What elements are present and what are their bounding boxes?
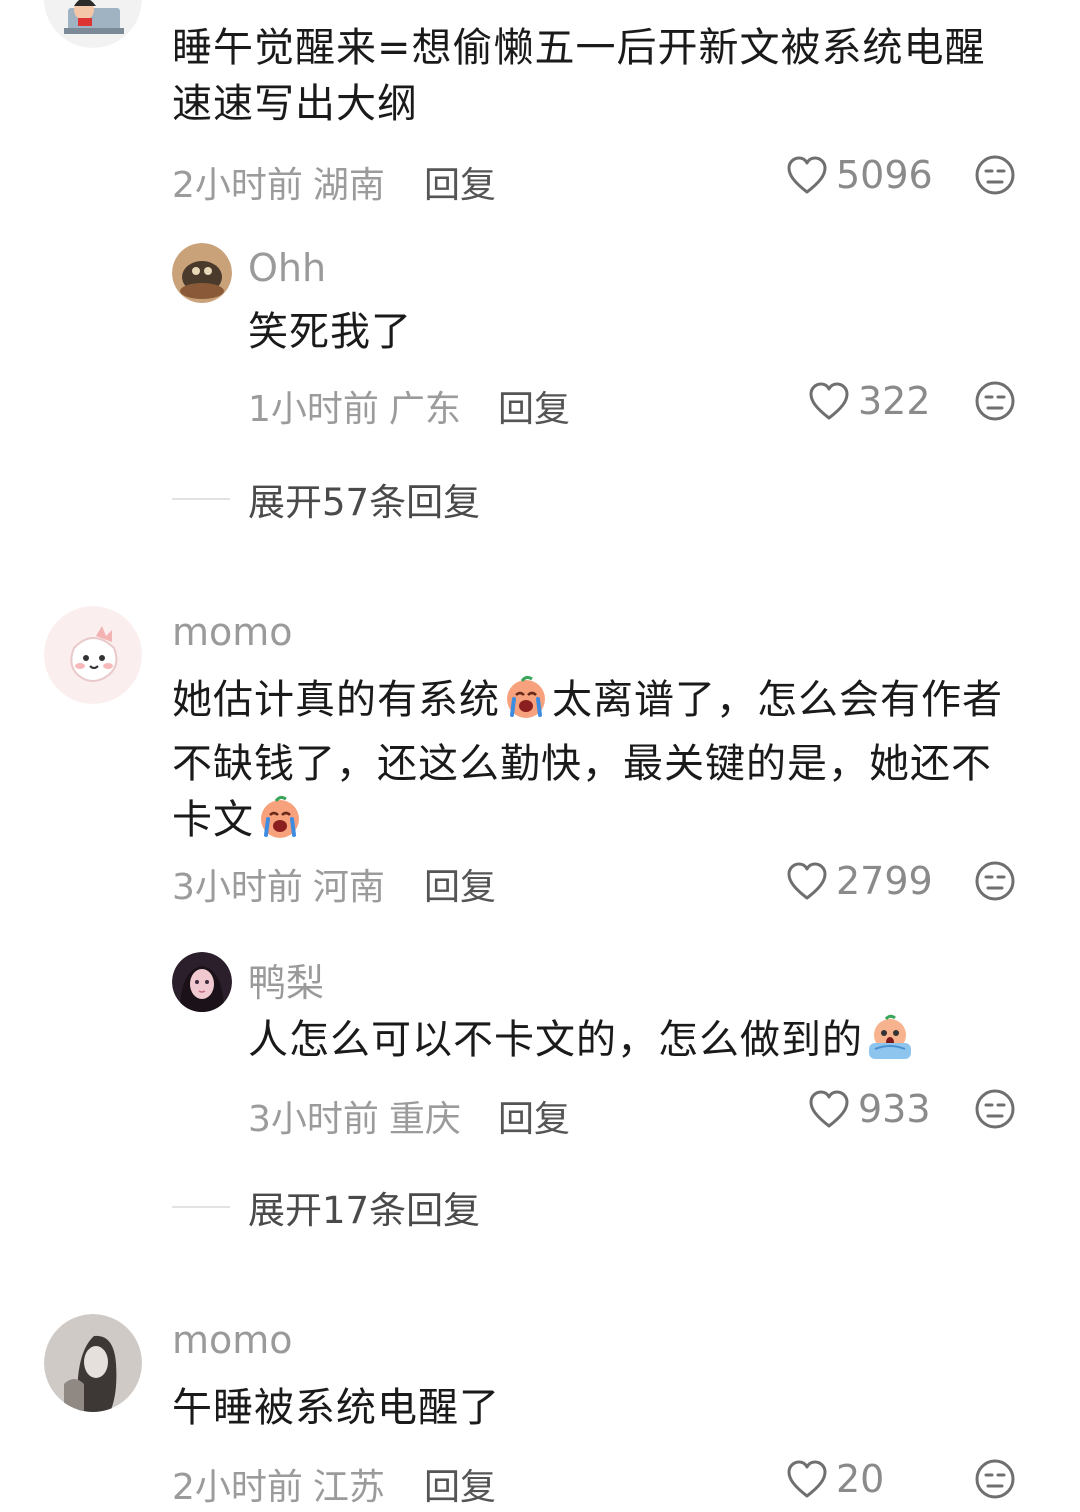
heart-outline-icon [808,1089,850,1129]
expand-replies-button[interactable]: 展开17条回复 [172,1182,480,1232]
comment-username[interactable]: momo [172,610,293,654]
reply-time: 3小时前 [248,1099,379,1140]
reply-meta: 1小时前 广东 [248,380,461,432]
crying-emoji-icon [256,793,304,856]
reply-username[interactable]: 鸭梨 [248,952,324,1007]
reply-location: 广东 [388,389,461,430]
comment-text: 午睡被系统电醒了 [172,1385,500,1431]
heart-outline-icon [786,155,828,195]
like-count: 2799 [836,859,933,903]
crying-emoji-icon [502,673,550,736]
comment-meta: 3小时前 河南 [172,858,385,910]
avatar[interactable] [44,606,142,704]
comment-time: 2小时前 [172,1467,303,1508]
reply-button[interactable]: 回复 [424,156,496,208]
like-button[interactable]: 2799 [786,856,933,906]
expand-replies-label: 展开57条回复 [248,481,481,524]
comment-location: 江苏 [312,1467,385,1508]
comment-time: 2小时前 [172,165,303,206]
reply-button[interactable]: 回复 [498,380,570,432]
comment-text: 睡午觉醒来=想偷懒五一后开新文被系统电醒速速写出大纲 [172,25,986,127]
like-button[interactable]: 5096 [786,150,933,200]
comment-username[interactable]: momo [172,1318,293,1362]
reply-button[interactable]: 回复 [424,1458,496,1510]
heart-outline-icon [808,381,850,421]
avatar[interactable] [172,243,232,303]
comment-text: 她估计真的有系统 太离谱了，怎么会有作者 不缺钱了，还这么勤快，最关键的是，她还不卡… [172,672,1022,856]
reply-username[interactable]: Ohh [248,246,326,290]
meh-face-icon[interactable] [974,154,1016,200]
like-button[interactable]: 933 [808,1084,931,1134]
comment-meta: 2小时前 湖南 [172,156,385,208]
avatar[interactable] [172,952,232,1012]
reply-time: 1小时前 [248,389,379,430]
comment-meta: 2小时前 江苏 [172,1458,385,1510]
expand-replies-label: 展开17条回复 [248,1189,481,1232]
like-count: 20 [836,1457,885,1501]
like-count: 322 [858,379,931,423]
reply-button[interactable]: 回复 [424,858,496,910]
comment-location: 湖南 [312,165,385,206]
heart-outline-icon [786,1459,828,1499]
like-count: 933 [858,1087,931,1131]
reply-text: 人怎么可以不卡文的，怎么做到的 [248,1012,1008,1076]
divider-line [172,1206,230,1208]
like-button[interactable]: 20 [786,1454,884,1504]
comment-time: 3小时前 [172,867,303,908]
reply-button[interactable]: 回复 [498,1090,570,1142]
like-button[interactable]: 322 [808,376,931,426]
shocked-emoji-icon [865,1013,915,1076]
expand-replies-button[interactable]: 展开57条回复 [172,474,480,524]
meh-face-icon[interactable] [974,380,1016,426]
avatar[interactable] [44,1314,142,1412]
comment-location: 河南 [312,867,385,908]
heart-outline-icon [786,861,828,901]
reply-text: 笑死我了 [248,309,412,355]
divider-line [172,498,230,500]
reply-location: 重庆 [388,1099,461,1140]
reply-meta: 3小时前 重庆 [248,1090,461,1142]
meh-face-icon[interactable] [974,860,1016,906]
avatar[interactable] [44,0,142,48]
like-count: 5096 [836,153,933,197]
meh-face-icon[interactable] [974,1088,1016,1134]
meh-face-icon[interactable] [974,1458,1016,1504]
